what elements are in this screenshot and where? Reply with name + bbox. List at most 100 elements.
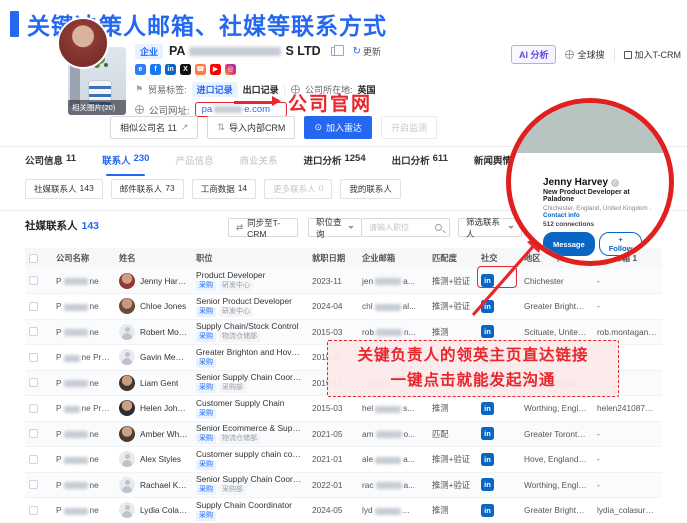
header-企业邮箱: 企业邮箱	[358, 248, 428, 268]
email-text: chl	[362, 301, 373, 311]
company-action-row: 相似公司名 11↗⇅导入内部CRM⊙加入雷达开启监测	[110, 116, 437, 139]
instagram-icon[interactable]: ◎	[225, 64, 236, 75]
cell-email: chlal...	[358, 294, 428, 320]
linkedin-icon[interactable]: in	[481, 402, 494, 415]
checkbox[interactable]	[29, 302, 38, 311]
contact-info-link[interactable]: Contact info	[543, 212, 580, 219]
checkbox[interactable]	[29, 378, 38, 387]
facebook-icon[interactable]: f	[150, 64, 161, 75]
company-text: ne	[90, 429, 99, 439]
redacted-text	[375, 457, 401, 464]
checkbox[interactable]	[29, 506, 38, 515]
add-radar-button[interactable]: ⊙加入雷达	[304, 116, 372, 139]
cell-match: 推测+验证	[428, 447, 477, 473]
header-职位: 职位	[192, 248, 308, 268]
sync-tcrm-button[interactable]: ⇄同步至T-CRM	[228, 218, 298, 237]
annotation-arrowhead	[272, 96, 281, 106]
phone-icon[interactable]: ☎	[195, 64, 206, 75]
page: 关键决策人邮箱、社媒等联系方式 相关图片(20) 企业 PAS LTD ↻更新 …	[0, 0, 687, 523]
import-record-chip[interactable]: 进口记录	[192, 82, 238, 97]
tab-label: 进口分析	[303, 153, 341, 167]
tab-联系人[interactable]: 联系人230	[102, 150, 149, 174]
linkedin-icon[interactable]: in	[481, 504, 494, 517]
header-checkbox	[25, 248, 52, 268]
contact-row[interactable]: Pne Produc...Helen JohnstoneCustomer Sup…	[25, 396, 662, 422]
checkbox[interactable]	[29, 404, 38, 413]
tab-进口分析[interactable]: 进口分析1254	[303, 150, 365, 174]
linkedin-icon[interactable]: in	[481, 325, 494, 338]
chip-邮件联系人[interactable]: 邮件联系人73	[111, 179, 184, 199]
checkbox[interactable]	[29, 327, 38, 336]
cell-email: hels...	[358, 396, 428, 422]
tab-出口分析[interactable]: 出口分析611	[392, 150, 448, 174]
cell-title: Greater Brighton and Hove Area采购	[192, 345, 308, 371]
divider: |	[284, 85, 286, 95]
role-tag: 采购	[196, 358, 216, 368]
cell-company: Pne	[52, 447, 115, 473]
contact-filter-chips: 社媒联系人143邮件联系人73工商数据14更多联系人0我的联系人	[25, 179, 401, 199]
cell-region: Greater Brighton a...	[520, 498, 593, 523]
website-icon[interactable]: e	[135, 64, 146, 75]
join-tcrm-button[interactable]: 加入T-CRM	[624, 48, 682, 61]
copy-icon[interactable]	[331, 47, 339, 56]
company-text: ne	[90, 327, 99, 337]
checkbox[interactable]	[29, 254, 38, 263]
x-icon[interactable]: X	[180, 64, 191, 75]
company-text: P	[56, 429, 62, 439]
update-button[interactable]: ↻更新	[353, 45, 381, 58]
import-crm-button[interactable]: ⇅导入内部CRM	[207, 116, 295, 139]
company-text: ne	[90, 480, 99, 490]
contact-row[interactable]: PneRachael KellySenior Supply Chain Coor…	[25, 472, 662, 498]
global-search-button[interactable]: 全球搜	[565, 48, 604, 61]
message-button[interactable]: Message	[543, 232, 595, 256]
chip-我的联系人[interactable]: 我的联系人	[340, 179, 401, 199]
cell-extra-email: helen241087@msn...	[593, 396, 662, 422]
tab-count: 230	[134, 153, 150, 164]
role-tag: 采购	[196, 485, 216, 495]
youtube-icon[interactable]: ▶	[210, 64, 221, 75]
checkbox[interactable]	[29, 455, 38, 464]
contact-row[interactable]: PneLydia ColasurdoSupply Chain Coordinat…	[25, 498, 662, 523]
sync-icon: ⇄	[236, 222, 243, 233]
contact-row[interactable]: PneAmber WhittySenior Ecommerce & Supply…	[25, 421, 662, 447]
email-text: rob	[362, 327, 374, 337]
company-text: ne Produc...	[82, 403, 115, 413]
job-title: Senior Supply Chain Coordinator	[196, 474, 304, 484]
email-text: o...	[404, 429, 416, 439]
linkedin-icon[interactable]: in	[481, 427, 494, 440]
cell-match: 推测	[428, 396, 477, 422]
similar-company-button[interactable]: 相似公司名 11↗	[110, 116, 198, 139]
linkedin-profile-card[interactable]: Jenny Harvey✓ New Product Developer at P…	[506, 98, 674, 266]
search-icon[interactable]	[435, 224, 442, 231]
action-label: 相似公司名 11	[120, 121, 177, 134]
linkedin-icon[interactable]: in	[165, 64, 176, 75]
contact-row[interactable]: PneJenny HarveyProduct Developer采购研发中心20…	[25, 268, 662, 294]
position-search-box[interactable]	[362, 218, 450, 237]
contact-row[interactable]: PneChloe JonesSenior Product Developer采购…	[25, 294, 662, 320]
tab-公司信息[interactable]: 公司信息11	[25, 150, 76, 174]
checkbox[interactable]	[29, 276, 38, 285]
cell-social: in	[477, 447, 520, 473]
cell-extra-email: -	[593, 294, 662, 320]
company-text: P	[56, 454, 62, 464]
crm-icon	[624, 51, 632, 59]
refresh-icon: ↻	[353, 46, 361, 57]
chip-社媒联系人[interactable]: 社媒联系人143	[25, 179, 103, 199]
ai-analysis-button[interactable]: AI 分析	[511, 45, 557, 64]
export-record-chip[interactable]: 出口记录	[243, 83, 279, 96]
checkbox[interactable]	[29, 480, 38, 489]
cell-checkbox	[25, 345, 52, 371]
cell-title: Product Developer采购研发中心	[192, 268, 308, 294]
linkedin-icon[interactable]: in	[481, 478, 494, 491]
cell-extra-email: -	[593, 268, 662, 294]
position-query-select[interactable]: 职位查询	[308, 218, 362, 237]
trade-label: 贸易标签:	[148, 83, 187, 96]
cell-date: 2015-03	[308, 396, 358, 422]
checkbox[interactable]	[29, 353, 38, 362]
position-input[interactable]	[369, 223, 427, 232]
checkbox[interactable]	[29, 429, 38, 438]
chip-工商数据[interactable]: 工商数据14	[192, 179, 256, 199]
contact-row[interactable]: PneAlex StylesCustomer supply chain coor…	[25, 447, 662, 473]
redacted-text	[376, 329, 402, 336]
linkedin-icon[interactable]: in	[481, 453, 494, 466]
